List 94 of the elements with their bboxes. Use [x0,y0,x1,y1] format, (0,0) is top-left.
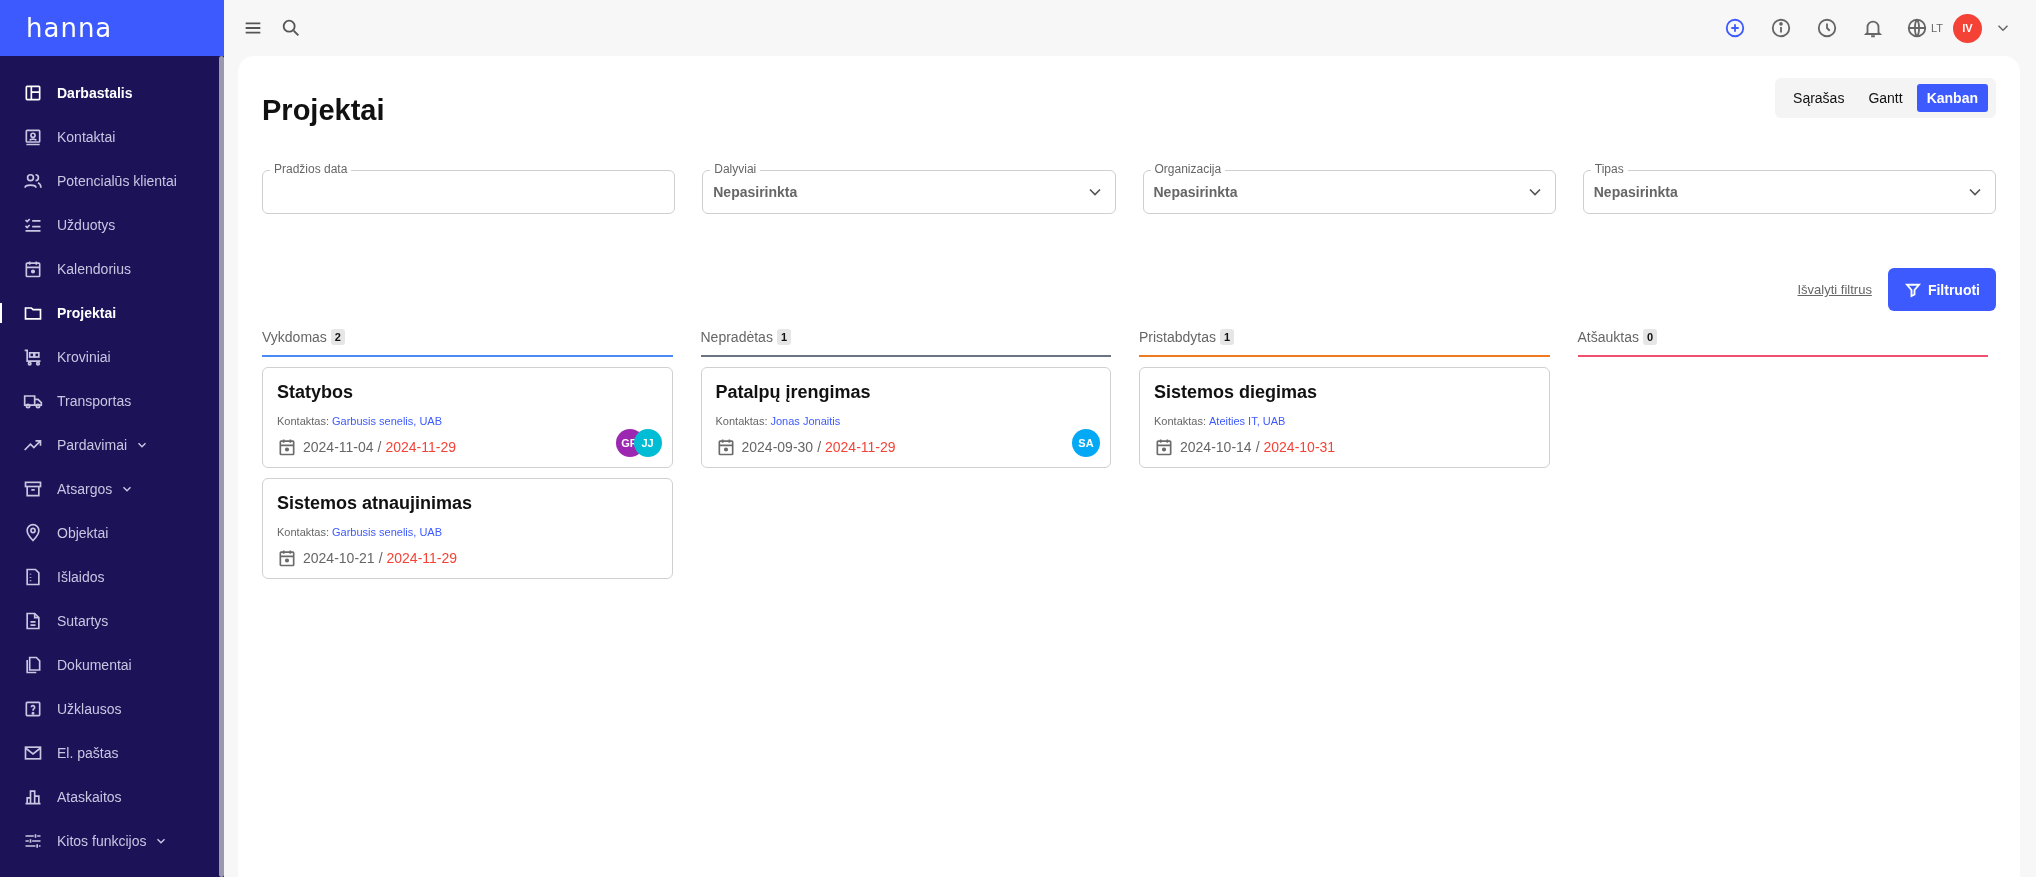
calendar-icon [277,548,297,568]
people-icon [23,171,43,191]
sidebar-item[interactable]: Objektai [0,511,216,555]
column-title: Nepradėtas [700,329,773,345]
sidebar-item[interactable]: Užklausos [0,687,216,731]
view-tab[interactable]: Gantt [1858,84,1913,112]
sidebar-item[interactable]: Potencialūs klientai [0,159,216,203]
search-icon[interactable] [280,17,302,39]
scrollbar[interactable] [219,56,224,877]
date-separator: / [378,550,383,566]
date-separator: / [377,439,382,455]
contact-link[interactable]: Ateities IT, UAB [1209,415,1286,427]
start-date: 2024-11-04 [303,439,374,455]
sidebar-item[interactable]: Transportas [0,379,216,423]
language-selector[interactable]: LT [1905,17,1943,39]
end-date: 2024-11-29 [825,439,896,455]
sidebar-item[interactable]: Projektai [0,291,216,335]
sidebar-item[interactable]: Dokumentai [0,643,216,687]
card-title: Patalpų įrengimas [715,382,872,403]
end-date: 2024-11-29 [385,439,457,455]
card-title: Sistemos diegimas [1154,382,1319,403]
contact-label: Kontaktas: [277,415,329,427]
date-separator: / [817,439,821,455]
sidebar-item[interactable]: Išlaidos [0,555,216,599]
mail-icon [23,743,43,763]
field-label: Tipas [1590,162,1628,176]
contact-link[interactable]: Garbusis senelis, UAB [332,526,443,538]
count-badge: 1 [1220,329,1235,345]
end-date: 2024-11-29 [386,550,458,566]
info-icon[interactable] [1769,17,1792,39]
field-label: Organizacija [1150,162,1226,176]
globe-icon [1905,17,1928,39]
sidebar-item[interactable]: Užduotys [0,203,216,247]
date-separator: / [1255,439,1260,455]
add-icon[interactable] [1723,17,1746,39]
count-badge: 0 [1643,329,1658,345]
sidebar-item[interactable]: Atsargos [0,467,216,511]
project-card[interactable]: Patalpų įrengimas Kontaktas: Jonas Jonaitis 2024-09-30 / 2024-11-29 SA [700,367,1111,468]
contact-link[interactable]: Jonas Jonaitis [770,415,841,427]
sidebar-item[interactable]: Darbastalis [0,71,216,115]
receipt-icon [23,567,43,587]
logo[interactable]: hanna [26,13,113,43]
sidebar-item[interactable]: Kontaktai [0,115,216,159]
column-title: Atšauktas [1577,329,1639,345]
sidebar-item[interactable]: Kitos funkcijos [0,819,216,863]
card-title: Statybos [277,382,355,403]
sidebar-item[interactable]: Sutartys [0,599,216,643]
archive-icon [23,479,43,499]
sidebar-item[interactable]: Kalendorius [0,247,216,291]
contact-label: Kontaktas: [1154,415,1206,427]
start-date: 2024-10-21 [303,550,375,566]
field-label: Pradžios data [270,162,352,176]
field-value: Nepasirinkta [1153,184,1238,200]
field-value: Nepasirinkta [713,184,798,200]
sidebar-item[interactable]: El. paštas [0,731,216,775]
location-pin-icon [23,523,43,543]
user-avatar[interactable]: IV [1953,13,1982,43]
view-tab[interactable]: Kanban [1916,84,1988,112]
copies-icon [23,655,43,675]
column-title: Vykdomas [262,329,327,345]
sliders-icon [23,831,43,851]
project-card[interactable]: Sistemos atnaujinimas Kontaktas: Garbusis senelis, UAB 2024-10-21 / 2024-11-29 [262,478,673,579]
bar-chart-icon [23,787,43,807]
calendar-icon [277,437,297,457]
page-title: Projektai [262,94,385,127]
document-icon [23,611,43,631]
count-badge: 2 [330,329,345,345]
calendar-icon [1154,437,1174,457]
project-card[interactable]: Sistemos diegimas Kontaktas: Ateities IT, UAB 2024-10-14 / 2024-10-31 [1139,367,1550,468]
dashboard-icon [23,83,43,103]
sidebar-item[interactable]: Kroviniai [0,335,216,379]
field-label: Dalyviai [710,162,761,176]
column-title: Pristabdytas [1139,329,1217,345]
member-avatar: SA [1072,429,1100,457]
contact-label: Kontaktas: [715,415,768,427]
start-date: 2024-09-30 [741,439,814,455]
language-code: LT [1930,22,1943,34]
clock-icon[interactable] [1815,17,1838,39]
sidebar-item[interactable]: Pardavimai [0,423,216,467]
sidebar-item[interactable]: Ataskaitos [0,775,216,819]
count-badge: 1 [776,329,791,345]
question-icon [23,699,43,719]
view-tab[interactable]: Sąrašas [1783,84,1855,112]
contact-card-icon [23,127,43,147]
contact-link[interactable]: Garbusis senelis, UAB [332,415,443,427]
start-date: 2024-10-14 [1180,439,1252,455]
clear-filters-link[interactable]: Išvalyti filtrus [1797,282,1872,297]
end-date: 2024-10-31 [1263,439,1336,455]
cart-icon [23,347,43,367]
contact-label: Kontaktas: [277,526,329,538]
card-title: Sistemos atnaujinimas [277,493,474,514]
filter-button[interactable]: Filtruoti [1887,268,1996,311]
field-value: Nepasirinkta [1593,184,1678,200]
calendar-icon [23,259,43,279]
